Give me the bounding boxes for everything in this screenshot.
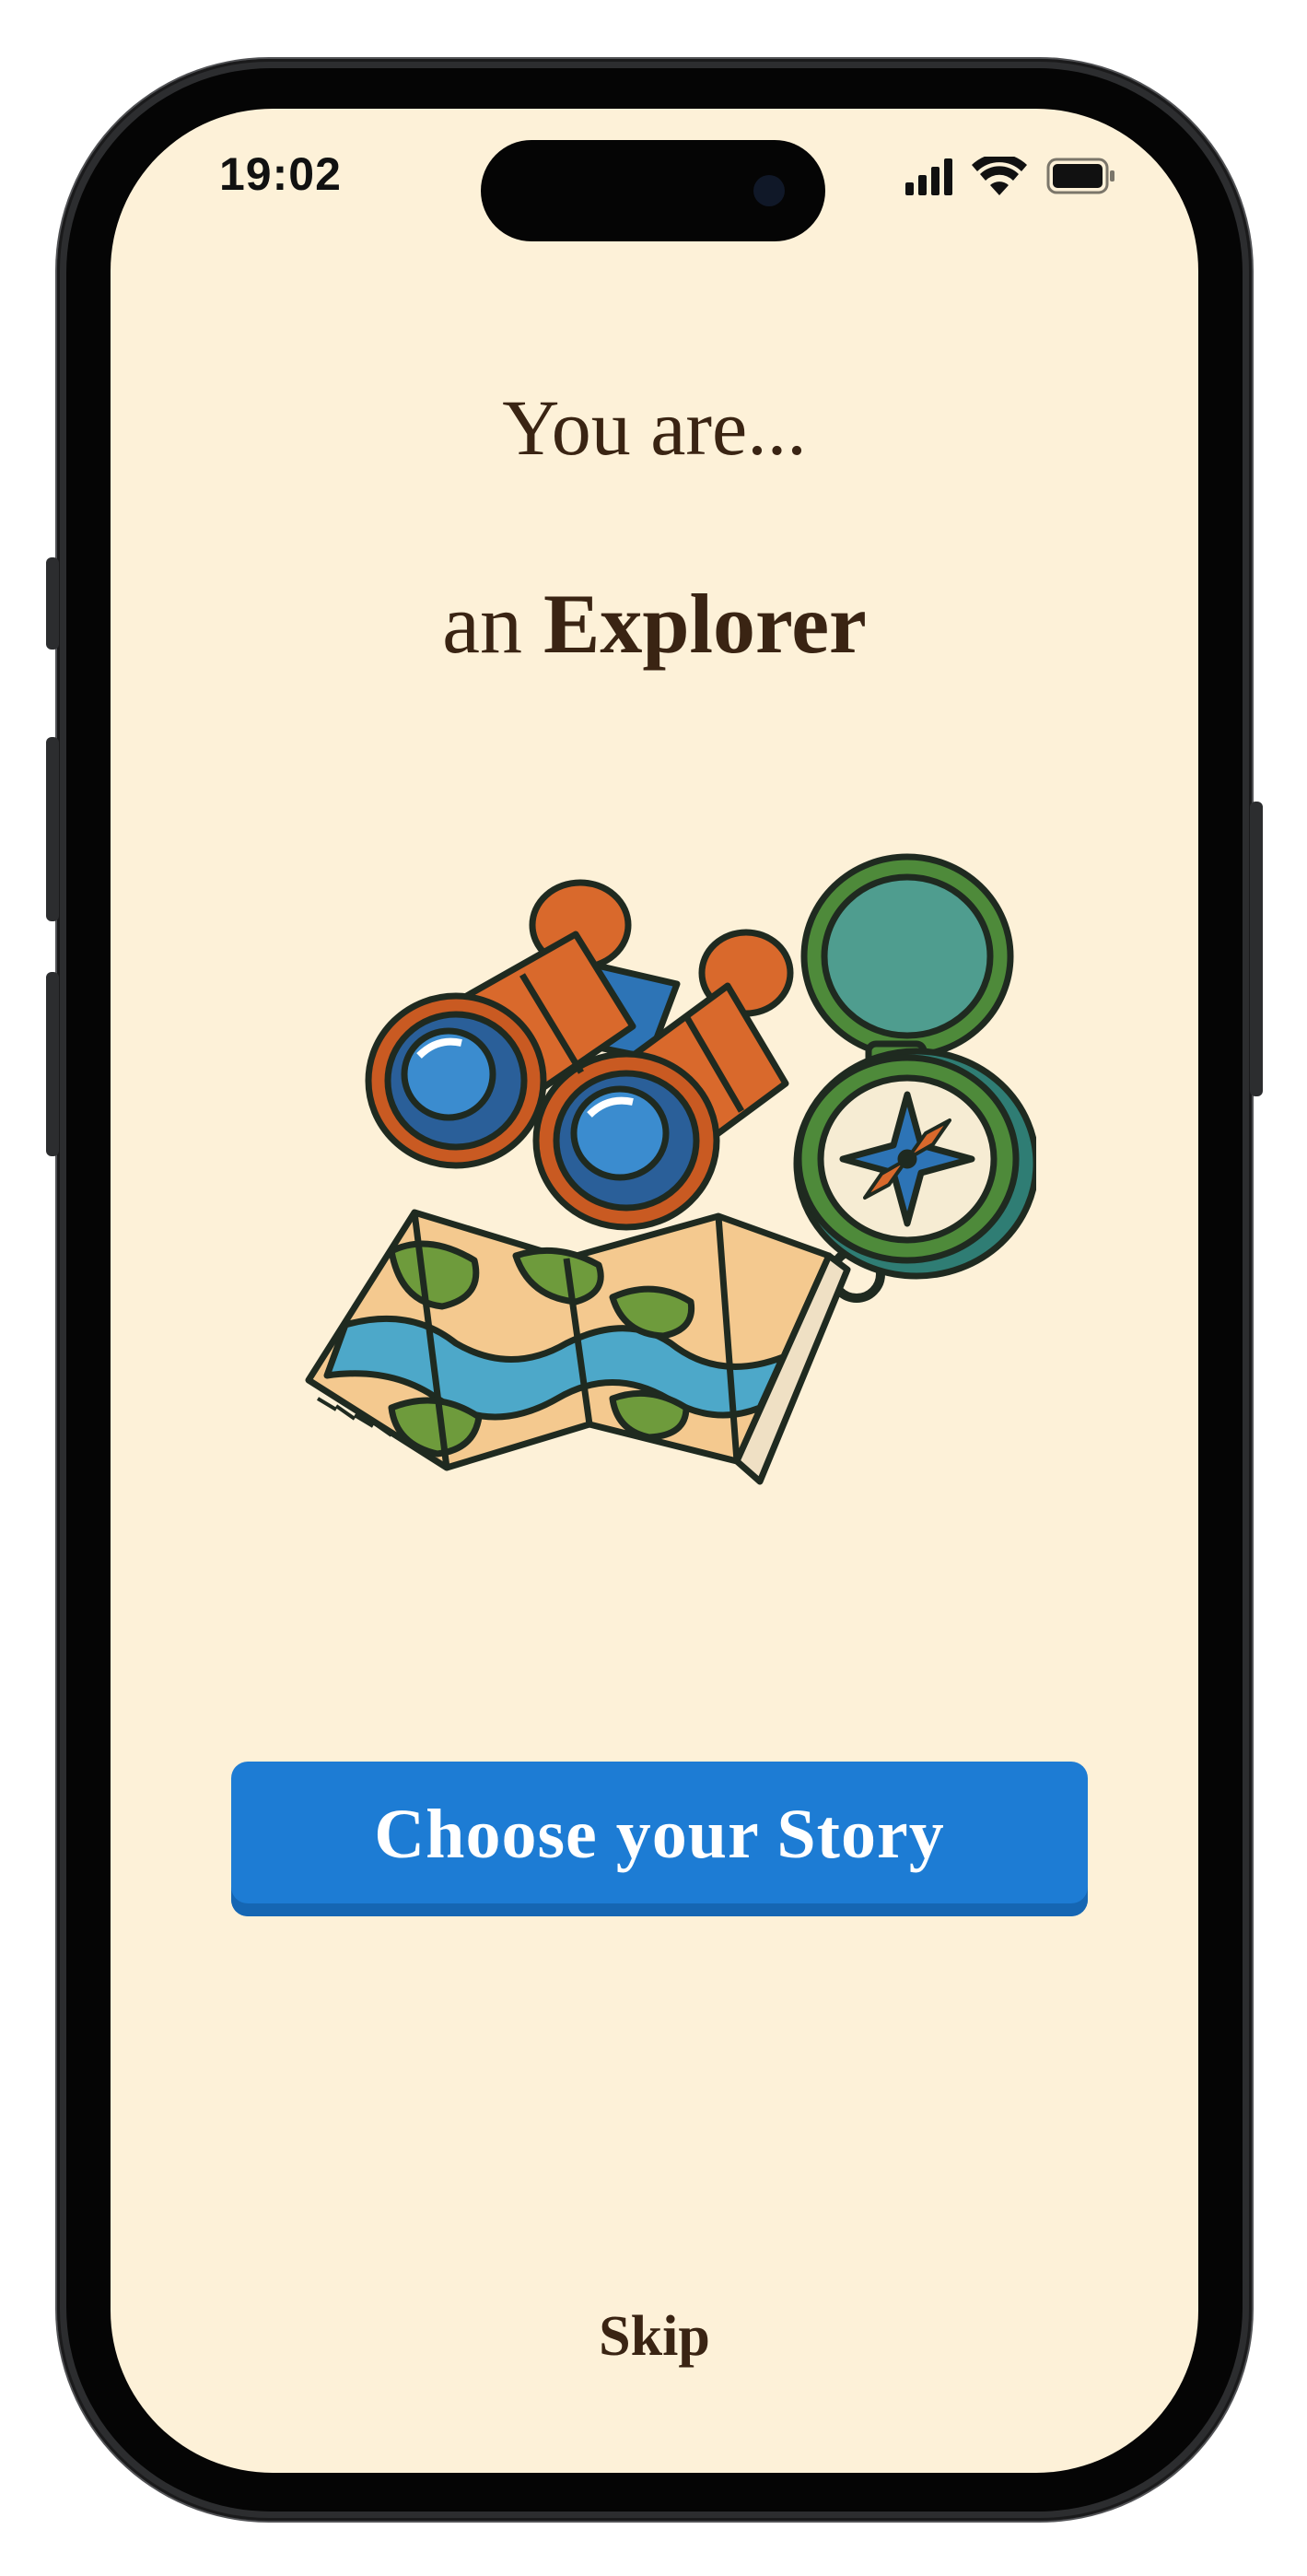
map-icon [305, 1209, 851, 1485]
role-name: Explorer [543, 577, 867, 671]
binoculars-icon [365, 879, 794, 1231]
battery-icon [1046, 158, 1114, 194]
status-icons [905, 153, 1117, 202]
app-screen: 19:02 You are... an Explorer Choose your… [111, 109, 1198, 2473]
skip-link[interactable]: Skip [111, 2304, 1198, 2370]
compass-icon [793, 853, 1036, 1303]
status-time: 19:02 [219, 148, 342, 200]
cellular-signal-icon [905, 158, 952, 195]
intro-heading: You are... [502, 383, 807, 472]
role-prefix: an [442, 577, 522, 671]
choose-story-button[interactable]: Choose your Story [231, 1762, 1088, 1916]
camera-icon [753, 175, 785, 206]
action-button [46, 557, 59, 650]
volume-up-button [46, 737, 59, 921]
explorer-illustration [305, 853, 1036, 1485]
role-heading: an Explorer [111, 575, 1198, 673]
wifi-icon [972, 153, 1027, 195]
volume-down-button [46, 972, 59, 1156]
dynamic-island [481, 140, 825, 241]
power-button [1250, 802, 1263, 1096]
